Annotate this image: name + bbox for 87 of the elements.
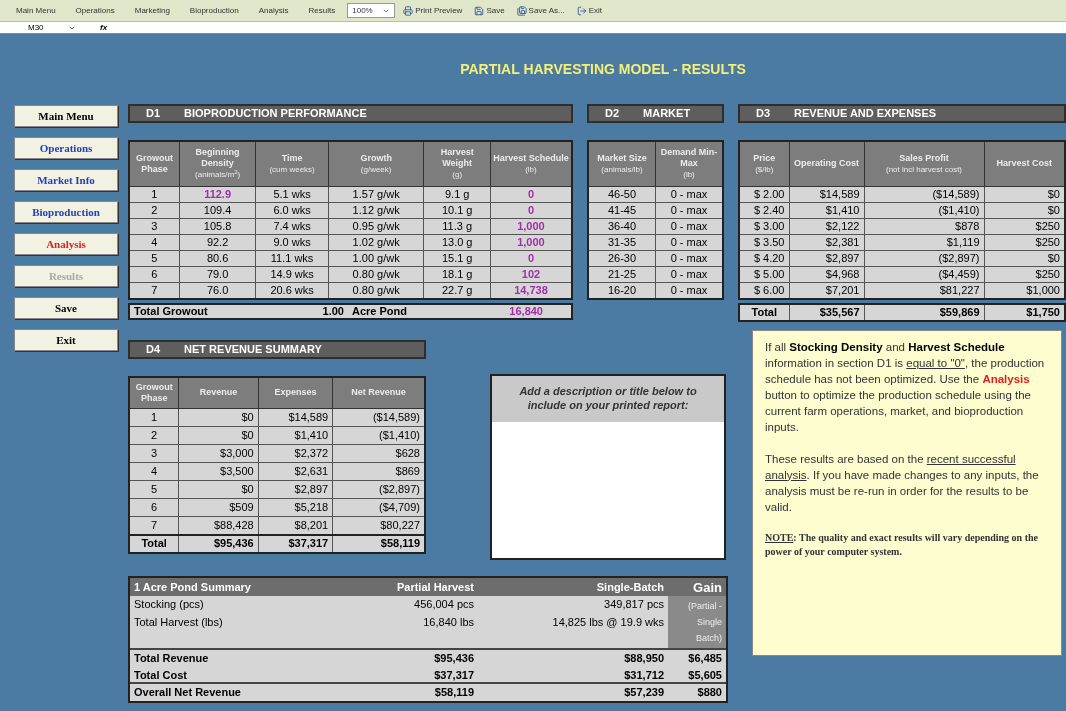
table-cell: Total <box>739 303 789 321</box>
nav-button[interactable]: Main Menu <box>14 105 118 127</box>
column-header: Net Revenue <box>332 376 425 409</box>
table-cell-text: $880 <box>696 684 722 700</box>
total-unit: Acre Pond <box>352 303 407 319</box>
toolbar-button[interactable]: Save As... <box>512 2 569 19</box>
table-cell: $37,317 <box>258 534 333 553</box>
column-header: Sales Profit (not incl harvest cost) <box>864 141 984 186</box>
table-cell-text: $37,317 <box>433 667 474 683</box>
column-header: Gain <box>692 578 722 597</box>
column-header: Price ($/lb) <box>739 141 789 186</box>
section-title: MARKET <box>643 106 691 122</box>
row-label: Total Cost <box>134 667 188 683</box>
menu-button[interactable]: Analysis <box>250 2 297 19</box>
section-title: BIOPRODUCTION PERFORMANCE <box>184 106 367 122</box>
column-header: Demand Min-Max (lb) <box>655 141 723 186</box>
total-value: 1.00 <box>321 303 344 319</box>
column-header: Operating Cost <box>789 141 864 186</box>
table-cell-text: $57,239 <box>623 684 664 700</box>
printer-icon <box>403 5 414 16</box>
menu-button[interactable]: Main Menu <box>8 2 64 19</box>
column-header: Single-Batch <box>595 580 664 595</box>
column-header: Partial Harvest <box>395 580 474 595</box>
name-box[interactable]: M30 <box>0 21 60 34</box>
section-title: REVENUE AND EXPENSES <box>794 106 937 122</box>
nav-button[interactable]: Save <box>14 297 118 319</box>
column-header: 1 Acre Pond Summary <box>134 580 252 595</box>
toolbar-button[interactable]: Print Preview <box>399 2 467 19</box>
table-cell: Total <box>129 534 179 553</box>
table-cell-text: $88,950 <box>623 650 664 666</box>
section-code: D1 <box>146 106 161 122</box>
nav-button[interactable]: Bioproduction <box>14 201 118 223</box>
exit-icon <box>576 5 587 16</box>
table-cell: $1,750 <box>984 303 1065 321</box>
menu-button[interactable]: Marketing <box>126 2 178 19</box>
row-label: Stocking (pcs) <box>134 597 205 613</box>
note-paragraph: If all Stocking Density and Harvest Schedule information in section D1 is equal to "0", the production schedule has not been optimized. Use the Analysis button to optimize the production schedule using the current farm operations, market, and bioproduction inputs. <box>765 339 1046 435</box>
nav-button[interactable]: Exit <box>14 329 118 351</box>
column-header: Growth (g/week) <box>328 141 424 186</box>
table-cell-text: $5,605 <box>687 667 722 683</box>
column-header: Beginning Density (animals/m$^{2}$) <box>179 141 256 186</box>
table-cell-text: 349,817 pcs <box>603 597 664 613</box>
table-cell-text: $31,712 <box>623 667 664 683</box>
section-code: D3 <box>756 106 771 122</box>
table-cell: $59,869 <box>864 303 984 321</box>
zoom-dropdown[interactable]: 100% <box>347 3 396 18</box>
menu-button[interactable]: Operations <box>67 2 123 19</box>
section-code: D2 <box>605 106 620 122</box>
gain-note: (Partial - Single Batch) <box>668 595 726 648</box>
column-header: Expenses <box>258 376 333 409</box>
row-label: Total Harvest (lbs) <box>134 615 224 631</box>
total-schedule: 16,840 <box>509 303 543 319</box>
column-header: Time (cum weeks) <box>255 141 329 186</box>
nav-button[interactable]: Analysis <box>14 233 118 255</box>
table-cell-text: $6,485 <box>687 650 722 666</box>
note-paragraph: These results are based on the recent successful analysis. If you have made changes to any inputs, the analysis must be re-run in order for the results to be valid. <box>765 451 1040 515</box>
toolbar-button[interactable]: Save <box>470 2 509 19</box>
column-header: Growout Phase <box>129 141 180 186</box>
row-label: Overall Net Revenue <box>134 684 242 700</box>
column-header: Revenue <box>178 376 259 409</box>
menu-button[interactable]: Results <box>300 2 344 19</box>
column-header: Harvest Cost <box>984 141 1065 186</box>
nav-button[interactable]: Operations <box>14 137 118 159</box>
table-cell-text: 16,840 lbs <box>422 615 474 631</box>
table-cell-text: $95,436 <box>433 650 474 666</box>
menu-button[interactable]: Bioproduction <box>181 2 247 19</box>
column-header: Harvest Schedule (lb) <box>490 141 572 186</box>
table-cell-text: $58,119 <box>433 684 474 700</box>
note-footnote: NOTE: The quality and exact results will vary depending on the power of your computer system. <box>765 530 1039 559</box>
table-cell: $35,567 <box>789 303 864 321</box>
column-header: Growout Phase <box>129 376 179 409</box>
function-label: fx <box>100 21 108 34</box>
floppy-disks-icon <box>516 5 527 16</box>
row-label: Total Revenue <box>134 650 210 666</box>
description-prompt: Add a description or title below to include on your printed report: <box>492 375 724 422</box>
column-header: Market Size (animals/lb) <box>588 141 656 186</box>
table-cell: $58,119 <box>332 534 425 553</box>
toolbar-button[interactable]: Exit <box>572 2 606 19</box>
nav-button[interactable]: Market Info <box>14 169 118 191</box>
page-title: PARTIAL HARVESTING MODEL - RESULTS <box>459 59 746 79</box>
section-code: D4 <box>146 341 161 357</box>
column-header: Harvest Weight (g) <box>423 141 491 186</box>
table-cell-text: 14,825 lbs @ 19.9 wks <box>551 615 664 631</box>
table-cell-text: 456,004 pcs <box>413 597 474 613</box>
section-title: NET REVENUE SUMMARY <box>184 341 322 357</box>
total-label: Total Growout <box>134 303 209 319</box>
table-cell: $95,436 <box>178 534 259 553</box>
